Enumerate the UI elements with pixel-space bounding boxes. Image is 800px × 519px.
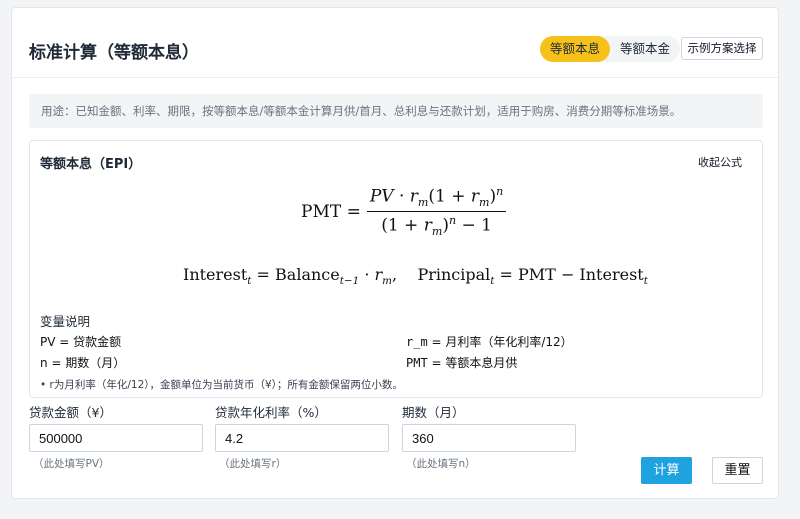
card-header: 标准计算（等额本息） 等额本息 等额本金 示例方案选择 — [12, 8, 778, 78]
term-label: 期数（月） — [402, 405, 465, 420]
var-n: n = 期数（月） — [40, 356, 126, 370]
mode-epi-button[interactable]: 等额本息 — [540, 36, 611, 62]
var-rm-text: = 月利率（年化利率/12） — [427, 335, 573, 349]
calculate-button[interactable]: 计算 — [641, 457, 692, 484]
interest-principal-formula: Interestt = Balancet−1 · rm, Principalt … — [183, 265, 648, 288]
mode-ep-button[interactable]: 等额本金 — [610, 36, 680, 62]
repayment-mode-switch: 等额本息 等额本金 — [540, 36, 681, 62]
var-rm-symbol: r_m — [406, 335, 428, 349]
var-pv: PV = 贷款金额 — [40, 335, 122, 349]
collapse-formula-link[interactable]: 收起公式 — [698, 154, 742, 170]
var-rm: r_m = 月利率（年化利率/12） — [406, 333, 573, 350]
amount-hint: （此处填写PV） — [33, 458, 110, 470]
formula-title: 等额本息（EPI） — [40, 157, 142, 172]
reset-button[interactable]: 重置 — [712, 457, 763, 484]
example-plan-button[interactable]: 示例方案选择 — [681, 37, 763, 60]
term-hint: （此处填写n） — [406, 458, 476, 470]
formula-note: • r为月利率（年化/12），金额单位为当前货币（¥）；所有金额保留两位小数。 — [40, 379, 403, 391]
pmt-formula: PMT = PV · rm(1 + rm)n (1 + rm)n − 1 — [301, 185, 507, 238]
rate-hint: （此处填写r） — [219, 458, 287, 470]
rate-input[interactable] — [215, 424, 389, 452]
var-pmt-text: = 等额本息月供 — [427, 356, 518, 370]
usage-description: 用途：已知金额、利率、期限，按等额本息/等额本金计算月供/首月、总利息与还款计划… — [29, 94, 763, 128]
amount-label: 贷款金额（¥） — [29, 405, 112, 420]
formula-panel: 等额本息（EPI） 收起公式 PMT = PV · rm(1 + rm)n (1… — [29, 140, 763, 398]
variables-title: 变量说明 — [40, 314, 91, 329]
rate-label: 贷款年化利率（%） — [215, 405, 327, 420]
page-title: 标准计算（等额本息） — [29, 43, 199, 63]
amount-input[interactable] — [29, 424, 203, 452]
var-pmt: PMT = 等额本息月供 — [406, 354, 517, 371]
calculator-card: 标准计算（等额本息） 等额本息 等额本金 示例方案选择 用途：已知金额、利率、期… — [11, 7, 779, 499]
term-input[interactable] — [402, 424, 576, 452]
var-pmt-symbol: PMT — [406, 356, 428, 370]
